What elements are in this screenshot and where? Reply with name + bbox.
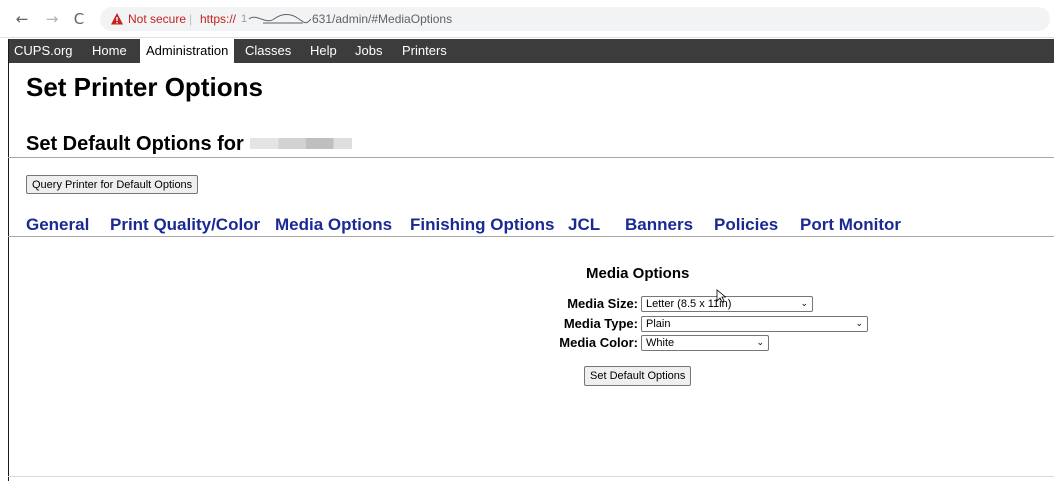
- url-bar[interactable]: Not secure | https:// 1 631/admin/#Media…: [100, 7, 1050, 31]
- tab-banners[interactable]: Banners: [625, 215, 693, 235]
- media-color-select[interactable]: White ⌄: [641, 335, 769, 351]
- back-arrow-icon[interactable]: ←: [12, 9, 32, 29]
- nav-item-printers[interactable]: Printers: [396, 39, 453, 63]
- nav-item-administration[interactable]: Administration: [140, 39, 235, 63]
- section-title: Set Default Options for: [26, 133, 244, 155]
- cups-nav-bar: CUPS.org Home Administration Classes Hel…: [8, 39, 1054, 63]
- nav-item-classes[interactable]: Classes: [239, 39, 297, 63]
- section-divider: [8, 157, 1054, 158]
- nav-item-help[interactable]: Help: [304, 39, 343, 63]
- query-printer-button[interactable]: Query Printer for Default Options: [26, 175, 199, 194]
- redacted-printer-name: [250, 138, 352, 149]
- chevron-down-icon: ⌄: [800, 299, 808, 309]
- tab-port-monitor[interactable]: Port Monitor: [800, 215, 901, 235]
- media-size-label: Media Size:: [567, 296, 638, 311]
- tab-media-options[interactable]: Media Options: [275, 215, 392, 235]
- media-color-value: White: [646, 337, 675, 349]
- tabs-divider: [8, 236, 1054, 237]
- forward-arrow-icon[interactable]: →: [42, 9, 62, 29]
- tab-print-quality-color[interactable]: Print Quality/Color: [110, 215, 260, 235]
- warning-icon: [111, 13, 123, 25]
- url-scheme: https://: [200, 12, 237, 26]
- media-type-value: Plain: [646, 318, 671, 330]
- media-type-label: Media Type:: [563, 316, 638, 331]
- chevron-down-icon: ⌄: [756, 338, 764, 348]
- url-path: 631/admin/#MediaOptions: [312, 12, 453, 26]
- chevron-down-icon: ⌄: [855, 319, 863, 329]
- page-title: Set Printer Options: [26, 72, 263, 102]
- not-secure-label[interactable]: Not secure: [128, 7, 186, 31]
- url-separator: |: [189, 12, 193, 26]
- tab-general[interactable]: General: [26, 215, 89, 235]
- set-default-options-button[interactable]: Set Default Options: [584, 366, 692, 386]
- svg-text:1: 1: [241, 14, 247, 24]
- nav-item-cups-org[interactable]: CUPS.org: [8, 39, 79, 63]
- tab-finishing-options[interactable]: Finishing Options: [410, 215, 554, 235]
- redacted-host: 1: [241, 14, 311, 24]
- nav-item-jobs[interactable]: Jobs: [349, 39, 388, 63]
- nav-item-home[interactable]: Home: [86, 39, 133, 63]
- media-type-select[interactable]: Plain ⌄: [641, 316, 868, 332]
- media-options-heading: Media Options: [586, 265, 690, 282]
- media-color-label: Media Color:: [559, 335, 638, 350]
- mouse-cursor-icon: [716, 289, 726, 303]
- page-left-border: [8, 39, 9, 481]
- page-bottom-border: [8, 476, 1054, 477]
- tab-jcl[interactable]: JCL: [568, 215, 600, 235]
- reload-icon[interactable]: C: [69, 9, 89, 29]
- media-size-select[interactable]: Letter (8.5 x 11in) ⌄: [641, 296, 813, 312]
- tab-policies[interactable]: Policies: [714, 215, 778, 235]
- browser-address-bar: ← → C Not secure | https:// 1 631/admin/…: [0, 0, 1054, 38]
